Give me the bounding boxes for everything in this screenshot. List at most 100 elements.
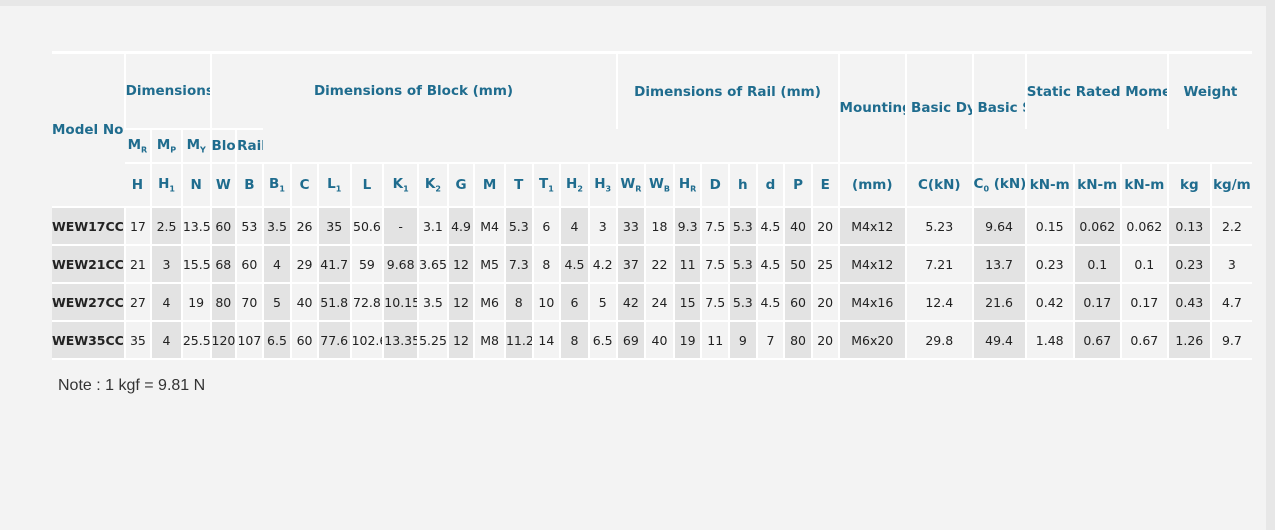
table-cell: 20 <box>810 206 839 245</box>
col-P: P <box>783 162 812 207</box>
col-D: D <box>700 162 730 207</box>
col-d: d <box>755 162 785 207</box>
table-cell: 26 <box>290 206 318 245</box>
model-no-header: Model No. <box>52 51 125 207</box>
assembly-dimensions-header: Dimensions of Assembly (mm) <box>123 51 211 129</box>
table-cell: 10.15 <box>382 282 419 321</box>
col-L: L <box>349 162 384 207</box>
table-cell: 0.23 <box>1024 244 1074 283</box>
specification-table: Model No. Dimensions of Assembly (mm) Di… <box>52 51 1252 360</box>
table-cell: 4.5 <box>755 282 785 321</box>
table-cell: - <box>382 206 419 245</box>
table-cell: 0.17 <box>1072 282 1121 321</box>
table-cell: 4.2 <box>587 244 617 283</box>
table-cell: 3 <box>150 244 182 283</box>
table-cell: 5.25 <box>417 320 448 360</box>
table-cell: 6.5 <box>587 320 617 360</box>
col-H1: H1 <box>150 162 182 207</box>
table-cell: 14 <box>531 320 561 360</box>
col-C: C <box>290 162 318 207</box>
col-K2: K2 <box>417 162 448 207</box>
col-H3: H3 <box>587 162 617 207</box>
table-cell: 9.64 <box>971 206 1026 245</box>
table-cell: 9 <box>728 320 757 360</box>
table-cell: 50 <box>783 244 812 283</box>
block-dimensions-header: Dimensions of Block (mm) <box>209 51 617 129</box>
table-cell: 27 <box>123 282 152 321</box>
table-cell: 24 <box>644 282 674 321</box>
unit-note: Note : 1 kgf = 9.81 N <box>58 377 206 394</box>
col-mp-unit: kN-m <box>1072 162 1121 207</box>
table-cell: 59 <box>349 244 384 283</box>
table-cell: 4 <box>559 206 589 245</box>
table-cell: 19 <box>180 282 211 321</box>
table-cell: 15.5 <box>180 244 211 283</box>
table-cell: 5 <box>261 282 292 321</box>
table-cell: 0.43 <box>1166 282 1211 321</box>
table-cell: 7 <box>755 320 785 360</box>
col-L1: L1 <box>316 162 351 207</box>
col-E: E <box>810 162 839 207</box>
table-cell: 37 <box>615 244 646 283</box>
table-cell: 18 <box>644 206 674 245</box>
table-cell: 0.17 <box>1119 282 1168 321</box>
table-cell: 29 <box>290 244 318 283</box>
table-cell: 21 <box>123 244 152 283</box>
static-moment-header: Static Rated Moment <box>1024 51 1168 129</box>
col-W: W <box>209 162 237 207</box>
table-cell: 4.5 <box>755 244 785 283</box>
table-cell: 7.5 <box>700 282 730 321</box>
table-body: WEW17CC 17 2.5 13.5 60 53 3.5 26 35 50.6-3.1 4.9 M4… <box>52 206 1252 360</box>
table-cell: 4.9 <box>446 206 475 245</box>
model-cell: WEW35CC <box>52 320 125 360</box>
col-H: H <box>124 162 152 207</box>
table-cell: 35 <box>316 206 351 245</box>
table-cell: 8 <box>503 282 533 321</box>
table-cell: 3.5 <box>417 282 448 321</box>
table-cell: M6 <box>473 282 505 321</box>
col-T1: T1 <box>531 162 561 207</box>
table-cell: 0.1 <box>1072 244 1121 283</box>
mounting-bolt-header: Mounting Bolt for Rail <box>837 51 907 163</box>
table-cell: 0.67 <box>1072 320 1121 360</box>
my-header: MY <box>180 128 211 163</box>
table-cell: 3.1 <box>417 206 448 245</box>
table-cell: M4 <box>473 206 505 245</box>
table-cell: 0.15 <box>1024 206 1074 245</box>
table-cell: 7.5 <box>700 206 730 245</box>
table-cell: 70 <box>235 282 263 321</box>
table-cell: 0.13 <box>1166 206 1211 245</box>
table-cell: 60 <box>235 244 263 283</box>
table-row: WEW35CC35425.51201076.56077.6102.613.355… <box>52 320 1252 360</box>
col-bolt-unit: (mm) <box>837 162 907 207</box>
table-cell: 13.7 <box>971 244 1026 283</box>
col-M: M <box>473 162 505 207</box>
table-cell: 4.5 <box>559 244 589 283</box>
table-cell: 22 <box>644 244 674 283</box>
table-cell: 3 <box>587 206 617 245</box>
table-cell: 7.21 <box>905 244 973 283</box>
col-B: B <box>235 162 263 207</box>
table-cell: 33 <box>615 206 646 245</box>
table-cell: 4.7 <box>1209 282 1252 321</box>
table-cell: 25 <box>810 244 839 283</box>
table-cell: M5 <box>473 244 505 283</box>
table-cell: 3 <box>1209 244 1252 283</box>
table-cell: 77.6 <box>316 320 351 360</box>
page: Model No. Dimensions of Assembly (mm) Di… <box>0 6 1266 530</box>
table-cell: 25.5 <box>180 320 211 360</box>
table-cell: 40 <box>644 320 674 360</box>
table-cell: 9.3 <box>672 206 702 245</box>
table-cell: 13.5 <box>180 206 211 245</box>
table-cell: 19 <box>672 320 702 360</box>
table-cell: 9.68 <box>382 244 419 283</box>
table-cell: 1.26 <box>1166 320 1211 360</box>
table-cell: 17 <box>123 206 152 245</box>
rail-weight-header: Rail <box>235 128 263 163</box>
table-cell: 41.7 <box>316 244 351 283</box>
table-cell: 29.8 <box>905 320 973 360</box>
table-cell: 2.5 <box>150 206 182 245</box>
col-WB: WB <box>644 162 674 207</box>
table-cell: 35 <box>123 320 152 360</box>
mp-header: MP <box>150 128 182 163</box>
